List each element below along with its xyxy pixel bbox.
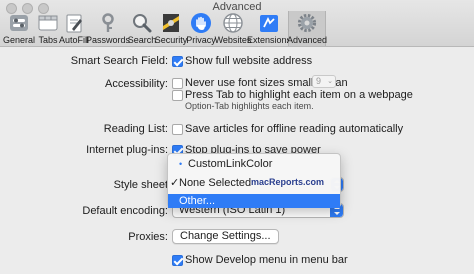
tab-general[interactable]: General <box>2 11 36 46</box>
tab-privacy[interactable]: Privacy <box>186 11 216 46</box>
menu-item-label: Other... <box>179 195 216 207</box>
tab-label: Security <box>154 35 188 45</box>
tab-label: Tabs <box>38 35 58 45</box>
show-full-address-checkbox[interactable] <box>172 56 183 67</box>
tab-label: AutoFill <box>59 35 90 45</box>
tab-highlight-hint: Option-Tab highlights each item. <box>185 101 314 111</box>
tab-highlight-checkbox[interactable] <box>172 90 183 101</box>
tab-label: Privacy <box>186 35 216 45</box>
watermark-text: macReports.com <box>251 177 325 187</box>
style-sheet-label: Style sheet <box>113 179 168 191</box>
tab-search[interactable]: Search <box>128 11 156 46</box>
tab-label: Passwords <box>86 35 131 45</box>
tab-security[interactable]: Security <box>154 11 188 46</box>
window-toolbar: Advanced General Tabs AutoFill Passwords… <box>0 0 474 47</box>
tab-passwords[interactable]: Passwords <box>86 11 131 46</box>
min-font-size-value: 9 <box>316 76 322 86</box>
min-font-size-checkbox[interactable] <box>172 78 183 89</box>
menu-item-customlinkcolor[interactable]: • CustomLinkColor <box>168 157 340 171</box>
tab-websites[interactable]: Websites <box>214 11 252 46</box>
extensions-icon <box>258 12 280 34</box>
key-icon <box>97 12 119 34</box>
tab-highlight-label: Press Tab to highlight each item on a we… <box>185 89 413 101</box>
search-icon <box>131 12 153 34</box>
min-font-size-select[interactable]: 9 ⌄ <box>312 75 336 88</box>
menu-item-label: None Selected <box>179 177 252 189</box>
change-settings-button[interactable]: Change Settings... <box>172 229 279 244</box>
privacy-hand-icon <box>190 12 212 34</box>
plugins-label: Internet plug-ins: <box>86 144 168 156</box>
chevron-down-icon: ⌄ <box>327 78 333 85</box>
tabs-icon <box>37 12 59 34</box>
gear-icon <box>296 12 318 34</box>
tab-label: General <box>2 35 36 45</box>
reading-list-label: Reading List: <box>103 123 168 135</box>
proxies-label: Proxies: <box>128 231 168 243</box>
bullet-icon: • <box>179 159 183 169</box>
menu-item-other[interactable]: Other... <box>168 194 340 208</box>
offline-reading-checkbox[interactable] <box>172 124 183 135</box>
security-icon <box>160 12 182 34</box>
show-develop-menu-checkbox[interactable] <box>172 255 183 266</box>
globe-icon <box>222 12 244 34</box>
show-develop-menu-label: Show Develop menu in menu bar <box>185 254 348 266</box>
checkmark-icon: ✓ <box>170 177 180 189</box>
tab-tabs[interactable]: Tabs <box>36 11 60 46</box>
menu-item-label: CustomLinkColor <box>188 158 273 170</box>
default-encoding-label: Default encoding: <box>82 205 168 217</box>
smart-search-label: Smart Search Field: <box>70 55 168 67</box>
tab-label: Websites <box>214 35 252 45</box>
accessibility-label: Accessibility: <box>105 78 168 90</box>
autofill-icon <box>63 12 85 34</box>
tab-advanced[interactable]: Advanced <box>286 11 328 46</box>
tab-label: Search <box>127 35 157 45</box>
gear-switch-icon <box>8 12 30 34</box>
tab-autofill[interactable]: AutoFill <box>59 11 90 46</box>
tab-label: Extensions <box>246 35 292 45</box>
tab-extensions[interactable]: Extensions <box>246 11 292 46</box>
offline-reading-label: Save articles for offline reading automa… <box>185 123 404 135</box>
tab-label: Advanced <box>286 35 328 45</box>
show-full-address-label: Show full website address <box>185 55 313 67</box>
